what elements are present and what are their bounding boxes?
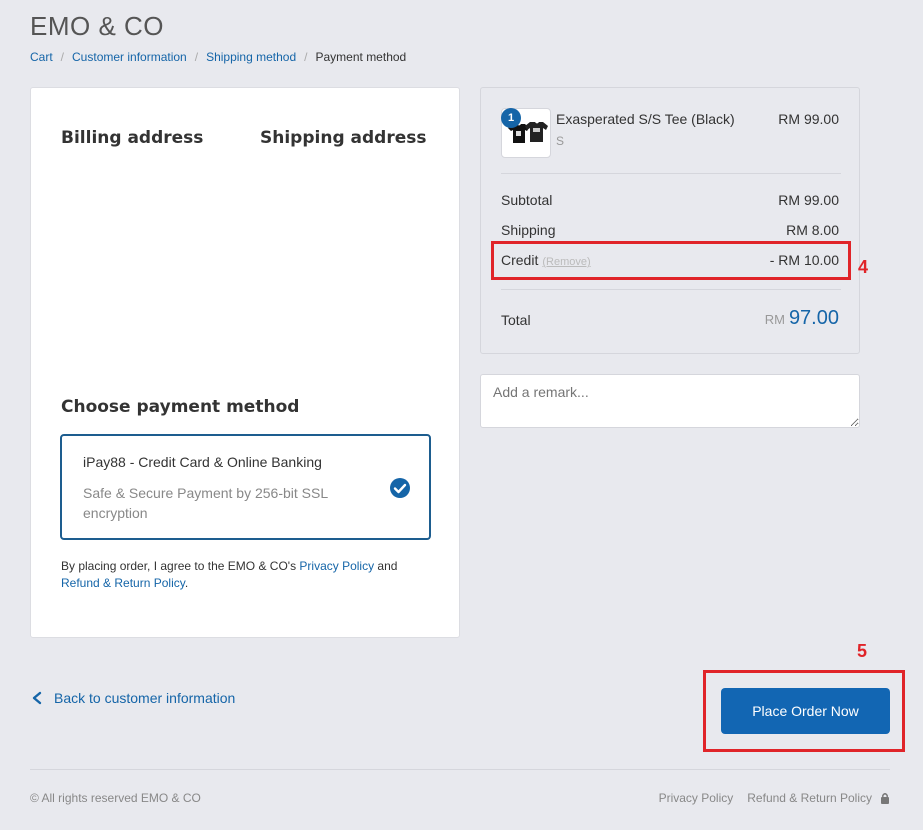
agreement-prefix: By placing order, I agree to the EMO & C…: [61, 559, 300, 573]
payment-method-heading: Choose payment method: [61, 397, 300, 417]
payment-option-description: Safe & Secure Payment by 256-bit SSL enc…: [83, 485, 328, 521]
billing-address-heading: Billing address: [61, 128, 204, 148]
back-to-customer-info-link[interactable]: Back to customer information: [31, 690, 235, 706]
privacy-policy-link[interactable]: Privacy Policy: [299, 559, 374, 573]
order-summary: 1 Exasperated S/S Tee (Black) S RM 99.00…: [480, 87, 860, 354]
breadcrumb-customer-information[interactable]: Customer information: [72, 50, 187, 64]
breadcrumb-shipping-method[interactable]: Shipping method: [206, 50, 296, 64]
total-amount: 97.00: [788, 307, 839, 329]
breadcrumb-current: Payment method: [315, 50, 407, 64]
quantity-badge: 1: [501, 108, 521, 128]
footer-privacy-link[interactable]: Privacy Policy: [659, 791, 734, 805]
lock-icon: [881, 793, 889, 804]
annotation-marker-4: 4: [858, 257, 869, 277]
agreement-middle: and: [374, 559, 398, 573]
store-name: EMO & CO: [30, 11, 165, 41]
product-name: Exasperated S/S Tee (Black): [556, 111, 735, 127]
product-variant: S: [556, 134, 565, 148]
total-label: Total: [501, 312, 531, 328]
place-order-button[interactable]: Place Order Now: [721, 688, 890, 734]
total-currency: RM: [764, 312, 785, 327]
checkout-panel: Billing address Shipping address Choose …: [30, 87, 460, 638]
breadcrumb-separator: /: [60, 50, 65, 64]
product-price: RM 99.00: [778, 111, 839, 127]
chevron-left-icon: [32, 691, 42, 705]
subtotal-value: RM 99.00: [778, 192, 839, 208]
shipping-value: RM 8.00: [786, 222, 839, 238]
back-link-label: Back to customer information: [54, 690, 236, 706]
footer-refund-link[interactable]: Refund & Return Policy: [747, 791, 872, 805]
shipping-label: Shipping: [501, 222, 556, 238]
refund-policy-link[interactable]: Refund & Return Policy: [61, 576, 185, 590]
subtotal-label: Subtotal: [501, 192, 553, 208]
payment-option-ipay88[interactable]: iPay88 - Credit Card & Online Banking Sa…: [60, 434, 431, 540]
footer-links: Privacy Policy Refund & Return Policy: [659, 791, 890, 805]
breadcrumb-cart[interactable]: Cart: [30, 50, 53, 64]
summary-divider: [501, 289, 841, 290]
shipping-address-heading: Shipping address: [260, 128, 427, 148]
remark-input[interactable]: [480, 374, 860, 428]
agreement-suffix: .: [184, 576, 189, 590]
credit-highlight-box: [491, 241, 851, 280]
footer-divider: [30, 769, 890, 770]
breadcrumb-separator: /: [304, 50, 308, 64]
annotation-marker-5: 5: [857, 641, 868, 661]
order-agreement: By placing order, I agree to the EMO & C…: [61, 558, 421, 592]
breadcrumb-separator: /: [194, 50, 199, 64]
payment-option-title: iPay88 - Credit Card & Online Banking: [83, 454, 322, 470]
breadcrumb: Cart / Customer information / Shipping m…: [30, 50, 406, 64]
footer-copyright: © All rights reserved EMO & CO: [30, 791, 201, 805]
check-circle-icon: [390, 478, 410, 498]
summary-divider: [501, 173, 841, 174]
total-value: RM 97.00: [765, 307, 839, 330]
